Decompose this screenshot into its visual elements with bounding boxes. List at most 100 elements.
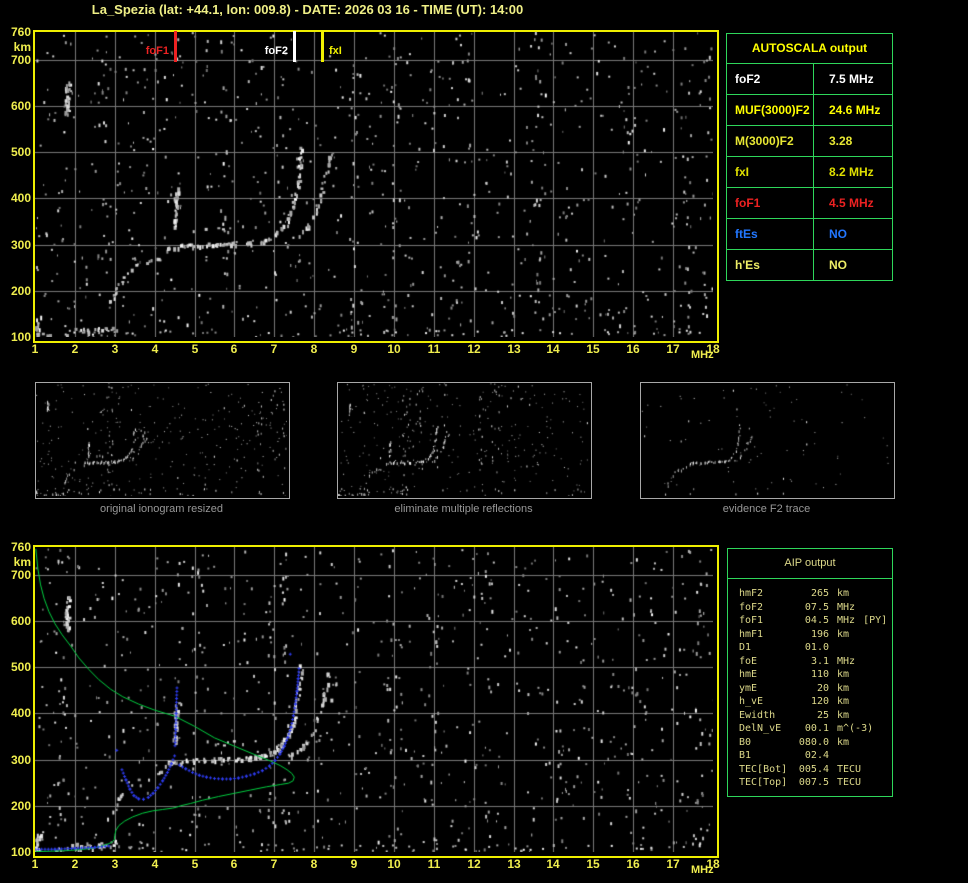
aip-row-unit: m^(-3): [837, 722, 873, 736]
autoscala-ionogram-window: La_Spezia (lat: +44.1, lon: 009.8) - DAT…: [0, 0, 968, 883]
profile-x-tick-label: 17: [666, 857, 679, 871]
ionogram-canvas: [35, 32, 713, 337]
aip-row-label: h_vE: [739, 695, 795, 709]
aip-row-value: 080.0: [795, 736, 829, 750]
thumbnail-caption-original: original ionogram resized: [35, 503, 288, 515]
marker-fxI-line: [321, 31, 324, 62]
ionogram-x-tick-label: 17: [666, 342, 679, 356]
autoscala-row-label: M(3000)F2: [727, 126, 814, 156]
ionogram-x-tick-label: 3: [112, 342, 119, 356]
aip-row-label: hmF1: [739, 628, 795, 642]
autoscala-row-M(3000)F2: M(3000)F23.28: [727, 125, 892, 156]
aip-row-value: 005.4: [795, 763, 829, 777]
aip-row-value: 120: [795, 695, 829, 709]
aip-row-hmE: hmE110 km: [739, 668, 892, 682]
profile-y-tick-label: 700: [2, 568, 31, 582]
thumbnail-original-ionogram: [35, 382, 290, 499]
aip-row-value: 196: [795, 628, 829, 642]
aip-row-value: 00.1: [795, 722, 829, 736]
aip-row-unit: km: [837, 668, 849, 682]
autoscala-row-value: 3.28: [814, 126, 892, 156]
aip-row-value: 007.5: [795, 776, 829, 790]
autoscala-output-table: AUTOSCALA output foF27.5 MHzMUF(3000)F22…: [726, 33, 893, 281]
aip-row-unit: MHz: [837, 614, 855, 628]
autoscala-row-label: fxI: [727, 157, 814, 187]
profile-x-tick-label: 16: [626, 857, 639, 871]
ionogram-x-tick-label: 16: [626, 342, 639, 356]
aip-row-B1: B102.4: [739, 749, 892, 763]
ionogram-x-tick-label: 9: [351, 342, 358, 356]
aip-row-value: 07.5: [795, 601, 829, 615]
aip-row-label: ymE: [739, 682, 795, 696]
aip-row-TEC[Bot]: TEC[Bot]005.4 TECU: [739, 763, 892, 777]
marker-fxI-label: fxI: [329, 45, 342, 57]
aip-row-value: 04.5: [795, 614, 829, 628]
aip-row-unit: km: [837, 709, 849, 723]
aip-row-unit: km: [837, 736, 849, 750]
aip-row-label: TEC[Top]: [739, 776, 795, 790]
aip-table-rows: hmF2265kmfoF207.5MHzfoF104.5MHz[PY]hmF11…: [728, 579, 892, 796]
ionogram-x-tick-label: 7: [271, 342, 278, 356]
profile-y-tick-label: 600: [2, 614, 31, 628]
thumbnail-caption-evidence: evidence F2 trace: [640, 503, 893, 515]
aip-row-unit: TECU: [837, 763, 861, 777]
profile-x-tick-label: 11: [428, 857, 441, 871]
aip-row-D1: D101.0: [739, 641, 892, 655]
aip-row-value: 110: [795, 668, 829, 682]
ionogram-y-tick-label: 400: [2, 191, 31, 205]
autoscala-row-foF2: foF27.5 MHz: [727, 63, 892, 94]
autoscala-table-rows: foF27.5 MHzMUF(3000)F224.6 MHzM(3000)F23…: [727, 63, 892, 280]
autoscala-row-h'Es: h'EsNO: [727, 249, 892, 280]
profile-canvas: [35, 547, 713, 852]
autoscala-row-value: 7.5 MHz: [814, 64, 892, 94]
thumbnail-multiple-reflections-canvas: [338, 383, 589, 496]
profile-y-tick-label: 200: [2, 799, 31, 813]
aip-row-unit: km: [837, 587, 849, 601]
ionogram-plot: [33, 30, 719, 343]
ionogram-y-tick-label: 760: [2, 25, 31, 39]
ionogram-y-tick-label: 600: [2, 99, 31, 113]
profile-x-tick-label: 9: [351, 857, 358, 871]
profile-y-tick-label: 760: [2, 540, 31, 554]
ionogram-x-tick-label: 4: [152, 342, 159, 356]
marker-foF2-label: foF2: [265, 45, 288, 57]
autoscala-table-header: AUTOSCALA output: [727, 34, 892, 63]
thumbnail-multiple-reflections: [337, 382, 592, 499]
profile-x-tick-label: 7: [271, 857, 278, 871]
aip-row-unit: km: [837, 682, 849, 696]
ionogram-y-axis-unit-label: km: [2, 40, 31, 54]
ionogram-x-axis-unit-label: MHz: [691, 349, 714, 361]
autoscala-row-ftEs: ftEsNO: [727, 218, 892, 249]
profile-x-tick-label: 12: [467, 857, 480, 871]
ionogram-x-tick-label: 14: [546, 342, 559, 356]
autoscala-row-value: 4.5 MHz: [814, 188, 892, 218]
aip-row-value: 20: [795, 682, 829, 696]
aip-row-label: TEC[Bot]: [739, 763, 795, 777]
marker-foF1-label: foF1: [146, 45, 169, 57]
autoscala-row-label: h'Es: [727, 250, 814, 280]
profile-x-tick-label: 8: [311, 857, 318, 871]
profile-x-axis-unit-label: MHz: [691, 864, 714, 876]
page-title: La_Spezia (lat: +44.1, lon: 009.8) - DAT…: [35, 2, 580, 17]
profile-x-tick-label: 4: [152, 857, 159, 871]
autoscala-row-value: NO: [814, 219, 892, 249]
aip-row-label: foF2: [739, 601, 795, 615]
ionogram-y-tick-label: 700: [2, 53, 31, 67]
ionogram-y-tick-label: 500: [2, 145, 31, 159]
profile-y-axis-unit-label: km: [2, 555, 31, 569]
aip-row-foF1: foF104.5MHz[PY]: [739, 614, 892, 628]
aip-row-foE: foE3.1MHz: [739, 655, 892, 669]
aip-row-value: 265: [795, 587, 829, 601]
thumbnail-f2-trace: [640, 382, 895, 499]
aip-output-table: AIP output hmF2265kmfoF207.5MHzfoF104.5M…: [727, 548, 893, 797]
aip-row-unit: TECU: [837, 776, 861, 790]
autoscala-row-label: foF2: [727, 64, 814, 94]
autoscala-row-label: foF1: [727, 188, 814, 218]
profile-x-tick-label: 15: [586, 857, 599, 871]
aip-row-unit: MHz: [837, 655, 855, 669]
ionogram-x-tick-label: 1: [32, 342, 39, 356]
aip-row-extra: [PY]: [863, 614, 887, 628]
profile-x-tick-label: 14: [546, 857, 559, 871]
autoscala-row-fxI: fxI8.2 MHz: [727, 156, 892, 187]
aip-row-label: hmE: [739, 668, 795, 682]
